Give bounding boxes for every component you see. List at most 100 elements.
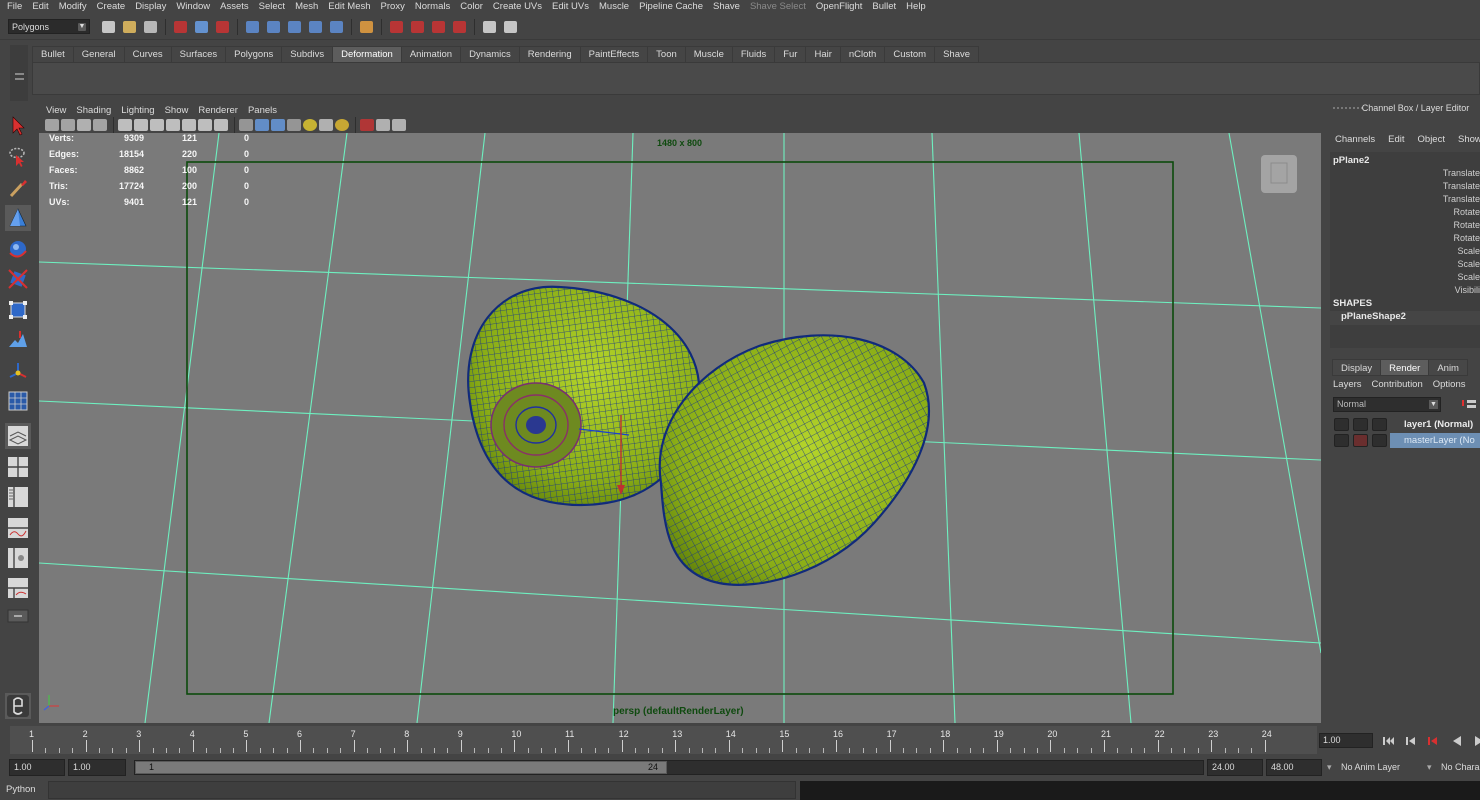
shelf-tab-hair[interactable]: Hair xyxy=(805,46,841,62)
shelf-tab-toon[interactable]: Toon xyxy=(647,46,686,62)
select-component-icon[interactable] xyxy=(213,18,232,36)
character-set-dropdown[interactable]: ▾ No Chara xyxy=(1427,759,1480,776)
render-view-icon[interactable] xyxy=(387,18,406,36)
shelf-tab-general[interactable]: General xyxy=(72,46,125,62)
persp-graph-layout-icon[interactable] xyxy=(5,515,31,541)
time-slider-track[interactable]: 1 2 3 4 5 6 7 8 9 10 11 12 13 14 15 16 17 18 19 20 21 22 23 24 xyxy=(10,726,1317,754)
safe-title-icon[interactable] xyxy=(214,119,228,131)
layer-name[interactable]: layer1 (Normal) xyxy=(1390,417,1480,432)
menu-item-edit[interactable]: Edit xyxy=(27,0,53,14)
history-icon[interactable] xyxy=(357,18,376,36)
wireframe-on-shaded-icon[interactable] xyxy=(271,119,285,131)
xray-icon[interactable] xyxy=(376,119,390,131)
film-gate-icon[interactable] xyxy=(134,119,148,131)
menu-item-shave[interactable]: Shave xyxy=(708,0,745,14)
menu-item-color[interactable]: Color xyxy=(455,0,488,14)
shelf-tab-animation[interactable]: Animation xyxy=(400,46,462,62)
menu-item-normals[interactable]: Normals xyxy=(410,0,455,14)
python-icon[interactable] xyxy=(5,693,31,719)
soft-mod-icon[interactable] xyxy=(5,327,31,353)
ao-icon[interactable] xyxy=(335,119,349,131)
four-view-layout-icon[interactable] xyxy=(5,454,31,480)
channel-attribute[interactable]: Scale xyxy=(1340,246,1480,259)
panel-menu-panels[interactable]: Panels xyxy=(243,105,282,116)
save-scene-icon[interactable] xyxy=(141,18,160,36)
menu-item-edit-uvs[interactable]: Edit UVs xyxy=(547,0,594,14)
shelf-tab-painteffects[interactable]: PaintEffects xyxy=(579,46,649,62)
field-chart-icon[interactable] xyxy=(182,119,196,131)
image-plane-icon[interactable] xyxy=(93,119,107,131)
channel-attribute[interactable]: Rotate xyxy=(1340,220,1480,233)
menu-item-muscle[interactable]: Muscle xyxy=(594,0,634,14)
shelf-tab-fluids[interactable]: Fluids xyxy=(731,46,776,62)
channel-attribute[interactable]: Scale xyxy=(1340,272,1480,285)
channel-menu-channels[interactable]: Channels xyxy=(1327,134,1380,148)
panel-menu-renderer[interactable]: Renderer xyxy=(193,105,243,116)
menu-item-create[interactable]: Create xyxy=(92,0,131,14)
range-thumb[interactable]: 1 24 xyxy=(135,761,667,774)
bookmark-icon[interactable] xyxy=(77,119,91,131)
more-layouts-icon[interactable] xyxy=(5,608,31,624)
select-tool-icon[interactable] xyxy=(5,113,31,139)
menu-item-display[interactable]: Display xyxy=(130,0,171,14)
persp-outliner-layout-icon[interactable] xyxy=(5,484,31,510)
end-time-field[interactable]: 48.00 xyxy=(1266,759,1322,776)
shelf-handle[interactable] xyxy=(10,45,28,101)
single-perspective-layout-icon[interactable] xyxy=(5,423,31,449)
hypershade-layout-icon[interactable] xyxy=(5,545,31,571)
shelf-tab-curves[interactable]: Curves xyxy=(123,46,172,62)
smooth-shade-icon[interactable] xyxy=(255,119,269,131)
gate-mask-icon[interactable] xyxy=(166,119,180,131)
shelf-tab-rendering[interactable]: Rendering xyxy=(518,46,581,62)
command-language-label[interactable]: Python xyxy=(6,784,36,795)
channel-attribute[interactable]: Translate xyxy=(1340,168,1480,181)
channel-menu-edit[interactable]: Edit xyxy=(1380,134,1409,148)
channel-attribute[interactable]: Rotate xyxy=(1340,233,1480,246)
camera-attributes-icon[interactable] xyxy=(61,119,75,131)
channel-attribute[interactable]: Translate xyxy=(1340,194,1480,207)
menu-item-edit-mesh[interactable]: Edit Mesh xyxy=(323,0,375,14)
menu-item-create-uvs[interactable]: Create UVs xyxy=(488,0,547,14)
shelf-tab-subdivs[interactable]: Subdivs xyxy=(281,46,334,62)
channel-attribute[interactable]: Scale xyxy=(1340,259,1480,272)
start-time-field[interactable]: 1.00 xyxy=(9,759,65,776)
create-layer-icon[interactable] xyxy=(1460,396,1478,412)
play-backward-icon[interactable] xyxy=(1450,734,1464,748)
hypershade-icon[interactable] xyxy=(480,18,499,36)
shelf-tab-deformation[interactable]: Deformation xyxy=(332,46,402,62)
textured-icon[interactable] xyxy=(287,119,301,131)
menu-item-proxy[interactable]: Proxy xyxy=(376,0,410,14)
step-back-frame-icon[interactable] xyxy=(1426,734,1440,748)
channel-box-object-name[interactable]: pPlane2 xyxy=(1333,155,1369,166)
channel-menu-object[interactable]: Object xyxy=(1410,134,1450,148)
panel-menu-lighting[interactable]: Lighting xyxy=(116,105,159,116)
render-toggle-icon[interactable] xyxy=(1334,434,1349,447)
shadows-icon[interactable] xyxy=(319,119,333,131)
layer-tab-render[interactable]: Render xyxy=(1380,359,1430,376)
menu-item-file[interactable]: File xyxy=(2,0,27,14)
scale-tool-icon[interactable] xyxy=(5,266,31,292)
shelf-tab-fur[interactable]: Fur xyxy=(774,46,807,62)
shelf-tab-surfaces[interactable]: Surfaces xyxy=(170,46,227,62)
xray-joints-icon[interactable] xyxy=(392,119,406,131)
select-hierarchy-icon[interactable] xyxy=(171,18,190,36)
layer-menu-layers[interactable]: Layers xyxy=(1327,379,1366,393)
renderable-toggle-icon[interactable] xyxy=(1372,418,1387,431)
panel-menu-shading[interactable]: Shading xyxy=(71,105,116,116)
rotate-tool-icon[interactable] xyxy=(5,236,31,262)
shelf-tab-muscle[interactable]: Muscle xyxy=(684,46,733,62)
open-scene-icon[interactable] xyxy=(120,18,139,36)
select-object-icon[interactable] xyxy=(192,18,211,36)
perspective-viewport[interactable]: Verts: 9309 121 0 Edges: 18154 220 0 Faces: 8862 1… xyxy=(39,133,1321,723)
universal-manipulator-icon[interactable] xyxy=(5,297,31,323)
layer-name[interactable]: masterLayer (No xyxy=(1390,433,1480,448)
snap-curve-icon[interactable] xyxy=(264,18,283,36)
renderable-toggle-icon[interactable] xyxy=(1372,434,1387,447)
shelf-tab-polygons[interactable]: Polygons xyxy=(225,46,283,62)
channel-attribute[interactable]: Translate xyxy=(1340,181,1480,194)
channel-attribute[interactable]: Visibili xyxy=(1340,285,1480,298)
grid-layout-icon[interactable] xyxy=(5,388,31,414)
safe-action-icon[interactable] xyxy=(198,119,212,131)
snap-grid-icon[interactable] xyxy=(243,18,262,36)
layer-menu-options[interactable]: Options xyxy=(1427,379,1470,393)
